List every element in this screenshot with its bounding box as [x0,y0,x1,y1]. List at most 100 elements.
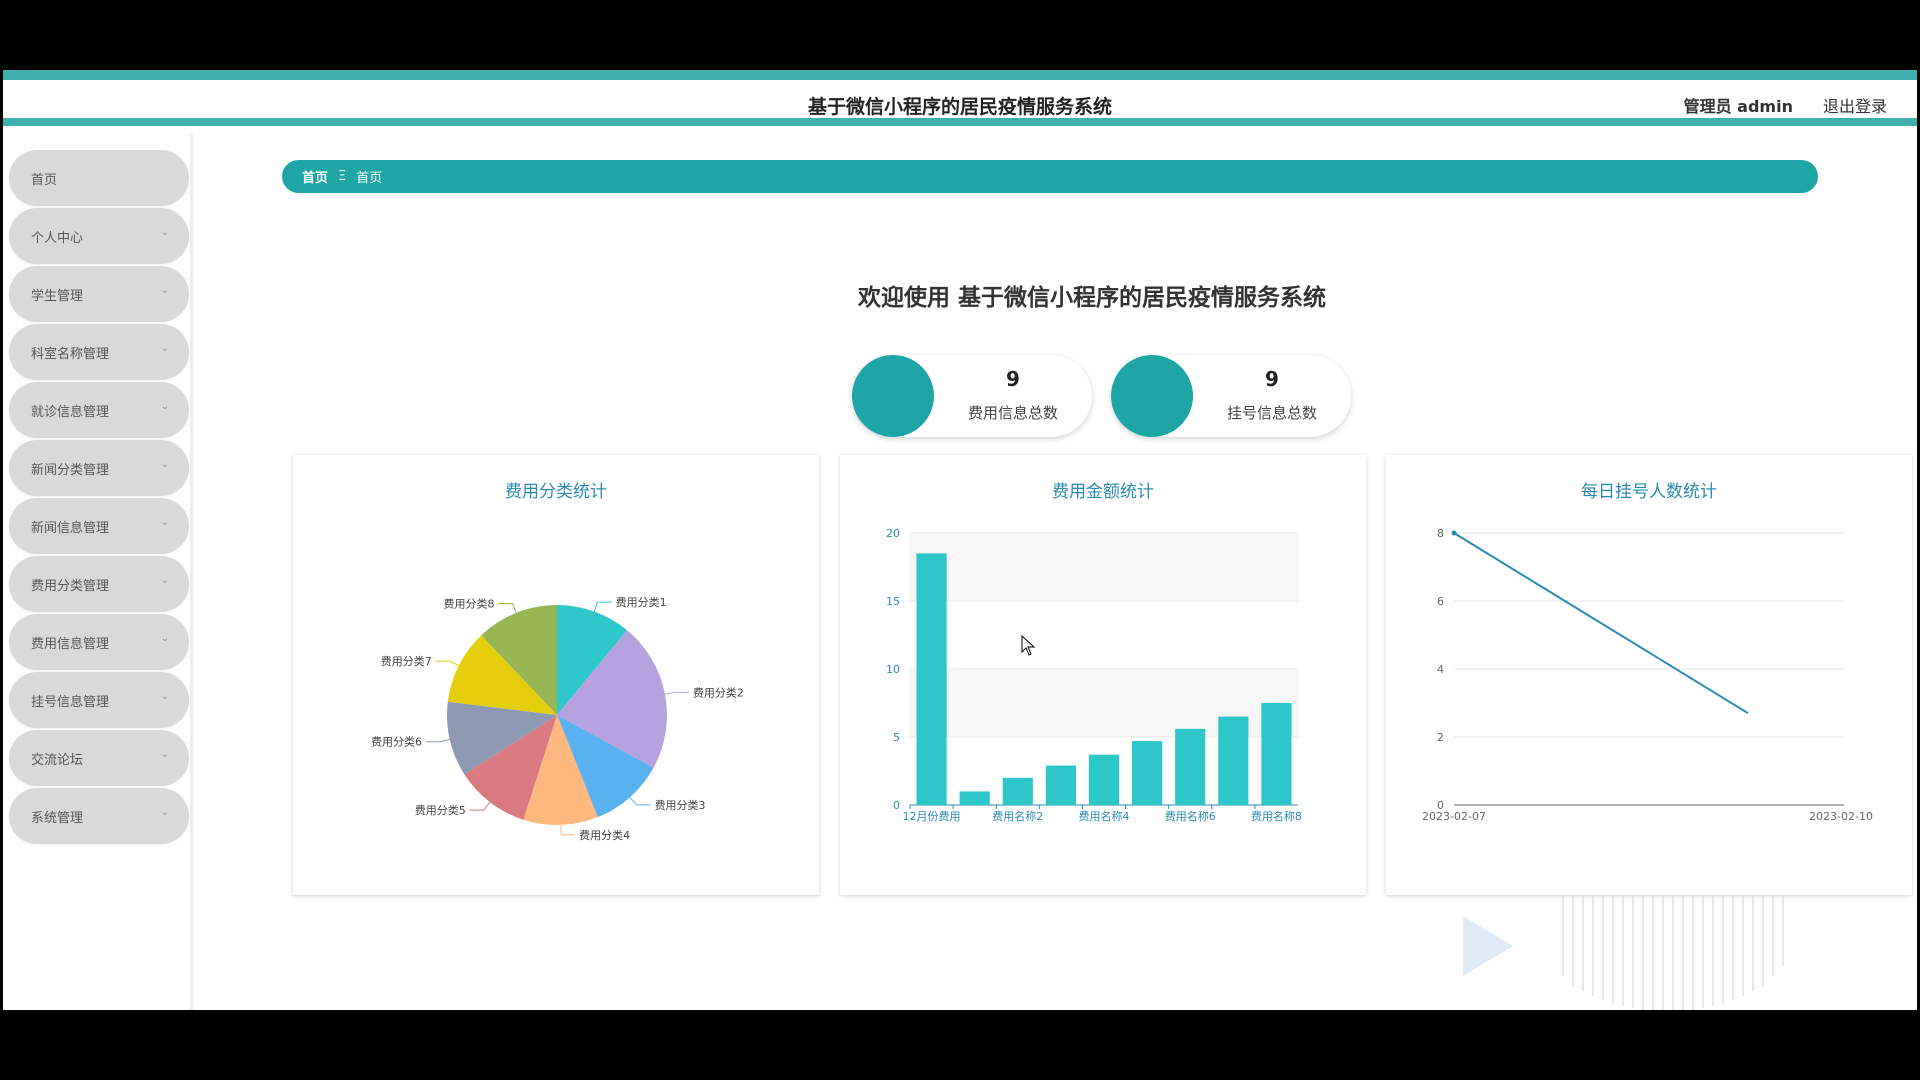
chevron-down-icon: ⌄ [160,285,169,296]
logout-button[interactable]: 退出登录 [1823,93,1887,117]
grid-band [910,533,1298,601]
x-tick-label: 12月份费用 [903,810,961,823]
pie-label-line [469,801,491,811]
x-tick-label: 费用名称2 [992,809,1043,823]
mouse-cursor-icon [1021,635,1036,656]
sidebar-item[interactable]: 新闻信息管理 ⌄ [9,498,189,554]
sidebar-item-label: 交流论坛 [31,752,84,768]
sidebar-item[interactable]: 费用信息管理 ⌄ [9,614,189,670]
pie-label: 费用分类2 [693,685,744,699]
pie-label: 费用分类4 [579,828,630,842]
y-tick-label: 10 [886,663,900,676]
bar[interactable] [1132,741,1163,805]
sidebar-item-label: 新闻分类管理 [31,462,110,478]
x-tick-label: 费用名称6 [1165,809,1216,823]
sidebar-item[interactable]: 交流论坛 ⌄ [9,730,189,786]
pie-label: 费用分类6 [371,735,422,749]
bar-chart: 0 5 10 15 20 12月份费用 费用名称2 费用名称4 费用名称6 费用名称8 [886,527,1302,823]
y-tick-label: 2 [1437,731,1444,744]
header-right: 管理员 admin 退出登录 [1684,93,1887,117]
breadcrumb-current: 首页 [356,171,383,186]
stat-card-fee-total: 9 费用信息总数 [852,355,1092,437]
sidebar: 首页个人中心 ⌄ 学生管理 ⌄ 科室名称管理 ⌄ 就诊信息管理 ⌄ 新闻分类管理 ⌄ 新闻信息管理 ⌄… [3,134,193,1010]
sidebar-item[interactable]: 系统管理 ⌄ [9,788,189,844]
y-tick-label: 15 [886,595,900,608]
sidebar-item-label: 挂号信息管理 [31,694,110,710]
bar[interactable] [959,791,990,805]
sidebar-item[interactable]: 科室名称管理 ⌄ [9,324,189,380]
sidebar-item[interactable]: 个人中心 ⌄ [9,208,189,264]
welcome-title: 欢迎使用 基于微信小程序的居民疫情服务系统 [858,285,1327,311]
pie-chart: 费用分类1 费用分类2 费用分类3 费用分类4 费用分类5 费用分类6 费用分类7 费用分类8 [371,595,744,842]
bar[interactable] [1002,777,1033,805]
chevron-down-icon: ⌄ [160,633,169,644]
bar[interactable] [1045,765,1076,805]
stat-label: 挂号信息总数 [1226,404,1317,422]
app-screen: 基于微信小程序的居民疫情服务系统 管理员 admin 退出登录 首页 个人中心 ⌄ 学… [3,70,1917,1010]
pie-label: 费用分类7 [381,654,432,668]
y-tick-label: 5 [893,731,900,744]
top-accent-bar [3,70,1917,80]
pie-label: 费用分类1 [616,595,667,609]
stat-card-registration-total: 9 挂号信息总数 [1111,355,1351,437]
sidebar-item-label: 就诊信息管理 [31,404,110,420]
bar[interactable] [1088,754,1120,805]
stat-value: 9 [1265,367,1279,391]
chevron-down-icon: ⌄ [160,575,169,586]
x-tick-label: 2023-02-07 [1422,810,1486,823]
stat-label: 费用信息总数 [967,404,1058,422]
sidebar-item[interactable]: 新闻分类管理 ⌄ [9,440,189,496]
breadcrumb-separator-icon: Ξ [338,169,347,184]
sidebar-item-label: 新闻信息管理 [31,520,110,536]
y-tick-label: 4 [1437,663,1444,676]
chevron-down-icon: ⌄ [160,459,169,470]
chevron-down-icon: ⌄ [160,749,169,760]
pie-label-line [426,738,450,743]
stat-circle-icon [1111,355,1193,437]
bar[interactable] [1175,728,1206,805]
chevron-down-icon: ⌄ [160,227,169,238]
sidebar-item-label: 科室名称管理 [31,346,110,362]
line-series [1453,532,1749,715]
bar[interactable] [916,553,947,805]
chevron-down-icon: ⌄ [160,807,169,818]
pie-label: 费用分类8 [444,597,495,611]
pie-label-line [498,603,517,614]
sidebar-item-label: 系统管理 [31,810,84,826]
pie-label-line [629,797,651,806]
grid-band [910,601,1298,669]
stat-circle-icon [852,355,934,437]
chevron-down-icon: ⌄ [160,343,169,354]
header: 基于微信小程序的居民疫情服务系统 管理员 admin 退出登录 [3,80,1917,126]
stat-value: 9 [1006,367,1020,391]
bar[interactable] [1261,703,1292,805]
panel-daily-registration-chart: 每日挂号人数统计 0 2 4 6 8 2023-02-07 2023-02-10 [1386,455,1912,895]
y-tick-label: 0 [893,799,900,812]
sidebar-item-label: 首页 [31,172,58,188]
sidebar-item[interactable]: 就诊信息管理 ⌄ [9,382,189,438]
y-tick-label: 6 [1437,595,1444,608]
y-tick-label: 8 [1437,527,1444,540]
sidebar-item[interactable]: 首页 [9,150,189,206]
x-tick-label: 费用名称8 [1251,809,1302,823]
sidebar-item[interactable]: 挂号信息管理 ⌄ [9,672,189,728]
sidebar-item[interactable]: 费用分类管理 ⌄ [9,556,189,612]
breadcrumb-home[interactable]: 首页 [302,167,328,186]
current-user: 管理员 admin [1683,97,1793,116]
x-tick-label: 2023-02-10 [1809,810,1873,823]
line-point[interactable] [1451,530,1457,536]
sidebar-item-label: 费用信息管理 [31,636,110,652]
y-tick-label: 20 [886,527,900,540]
chevron-down-icon: ⌄ [160,517,169,528]
pie-label-line [435,660,459,667]
sidebar-item[interactable]: 学生管理 ⌄ [9,266,189,322]
app-title: 基于微信小程序的居民疫情服务系统 [807,96,1112,118]
pie-label-line [664,691,689,695]
chevron-down-icon: ⌄ [160,401,169,412]
bar[interactable] [1218,716,1249,805]
sidebar-item-label: 个人中心 [31,230,84,246]
line-chart: 024682023-02-07 2023-02-10 [1422,527,1873,823]
watermark-logo-icon [1463,896,1784,1010]
panel-fee-category-chart: 费用分类统计 费用分类1 费用分类2 费用分类3 费用分类4 费用分类5 费用分类6 费用分… [293,455,819,895]
sidebar-item-label: 学生管理 [31,288,84,304]
